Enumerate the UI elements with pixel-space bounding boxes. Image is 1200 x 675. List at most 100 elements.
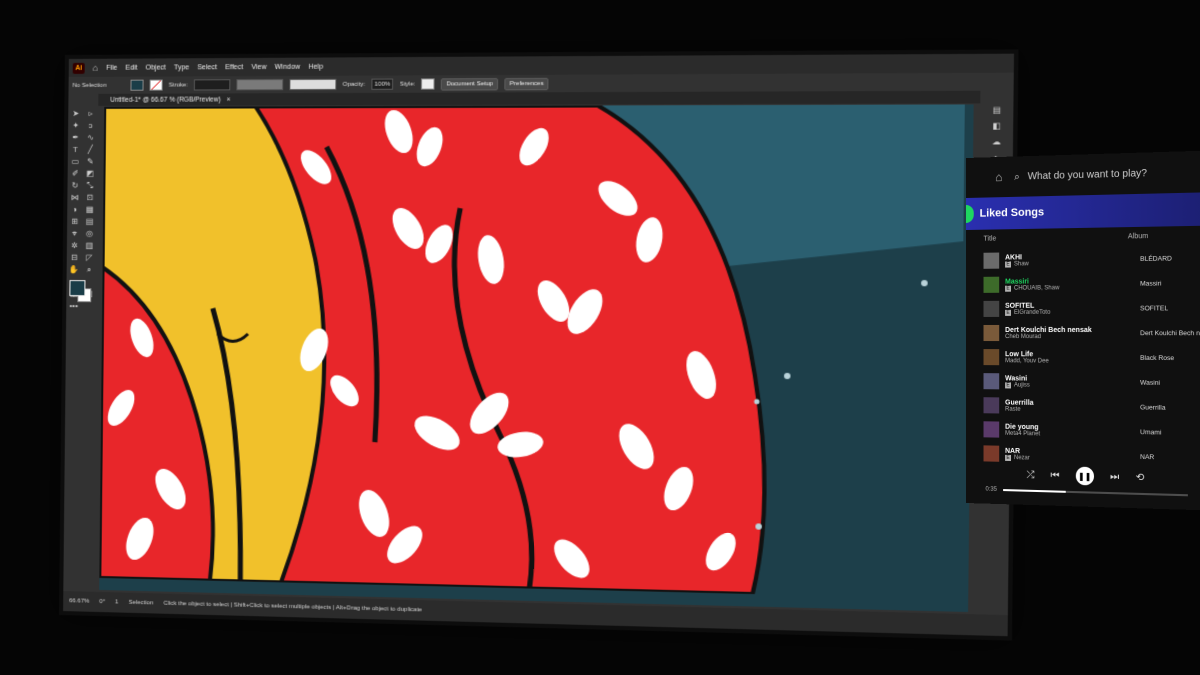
eyedropper-icon[interactable]: ⌖ (72, 228, 77, 240)
track-info: Massiri E CHOUAIB, Shaw (1005, 277, 1126, 292)
stroke-swatch[interactable] (149, 79, 163, 91)
menu-view[interactable]: View (251, 63, 266, 70)
symbol-sprayer-icon[interactable]: ✲ (71, 240, 78, 252)
free-transform-icon[interactable]: ⊡ (86, 192, 93, 204)
track-album[interactable]: Black Rose (1140, 354, 1174, 361)
menu-window[interactable]: Window (275, 63, 300, 70)
next-icon[interactable]: ⏭ (1110, 471, 1119, 483)
shaper-tool-icon[interactable]: ✐ (72, 168, 79, 180)
track-row[interactable]: Dert Koulchi Bech nensak Cheb Mourad Dert … (966, 321, 1200, 346)
layers-icon[interactable]: ◧ (992, 121, 1000, 131)
track-album[interactable]: Wasini (1140, 379, 1160, 386)
playback-progress[interactable]: 0:35 (985, 487, 1188, 499)
track-album[interactable]: BLÉDARD (1140, 255, 1172, 263)
shape-builder-icon[interactable]: ◑ (72, 204, 77, 216)
shuffle-icon[interactable]: ⤮ (1027, 469, 1035, 480)
stroke-weight-field[interactable] (193, 79, 231, 91)
track-album[interactable]: Umami (1140, 428, 1161, 436)
search-placeholder[interactable]: What do you want to play? (1028, 167, 1147, 181)
lasso-icon[interactable]: ↄ (89, 120, 93, 132)
fill-swatch[interactable] (130, 79, 144, 91)
preferences-button[interactable]: Preferences (504, 77, 549, 90)
track-artist[interactable]: Meta4 Planet (1005, 430, 1040, 437)
track-artist[interactable]: Madd, Youv Dee (1005, 358, 1049, 364)
gradient-tool-icon[interactable]: ▤ (86, 216, 94, 228)
zoom-tool-icon[interactable]: ⌕ (87, 264, 92, 276)
track-artist[interactable]: Raste (1005, 406, 1020, 412)
search-bar[interactable]: ⌕ What do you want to play? (1014, 167, 1147, 182)
slice-tool-icon[interactable]: ◸ (86, 252, 92, 264)
pen-tool-icon[interactable]: ✒ (72, 132, 79, 144)
monitor: Ai ⌂ File Edit Object Type Select Effect… (59, 49, 1019, 641)
previous-icon[interactable]: ⏮ (1051, 470, 1060, 481)
track-info: Guerrilla Raste (1005, 399, 1126, 414)
direct-selection-tool-icon[interactable]: ▹ (89, 108, 93, 120)
menu-object[interactable]: Object (145, 64, 165, 71)
paintbrush-icon[interactable]: ✎ (87, 156, 94, 168)
repeat-icon[interactable]: ⟲ (1136, 472, 1145, 484)
rotation-value[interactable]: 0° (99, 599, 105, 605)
home-icon[interactable]: ⌂ (995, 170, 1002, 184)
fill-stroke-widget[interactable] (69, 280, 93, 303)
properties-icon[interactable]: ▤ (993, 105, 1001, 115)
brush-field[interactable] (289, 78, 337, 91)
track-row[interactable]: SOFITEL E ElGrandeToto SOFITEL (966, 296, 1200, 321)
perspective-grid-icon[interactable]: ▦ (86, 204, 94, 216)
menu-select[interactable]: Select (197, 64, 217, 71)
track-title[interactable]: Dert Koulchi Bech nensak (1005, 326, 1126, 333)
home-icon[interactable]: ⌂ (93, 63, 99, 73)
track-row[interactable]: AKHI E Shaw BLÉDARD (966, 245, 1200, 273)
track-album[interactable]: Guerrilla (1140, 404, 1165, 412)
menu-help[interactable]: Help (308, 63, 323, 70)
fill-color-box[interactable] (69, 280, 86, 297)
track-artist[interactable]: ElGrandeToto (1014, 309, 1050, 315)
menu-file[interactable]: File (106, 64, 117, 71)
album-art (983, 349, 1000, 366)
column-title[interactable]: Title (984, 235, 997, 242)
document-setup-button[interactable]: Document Setup (441, 77, 499, 91)
artboard-tool-icon[interactable]: ⊟ (71, 252, 78, 264)
menu-type[interactable]: Type (174, 64, 189, 71)
document-tab[interactable]: Untitled-1* @ 66.67 % (RGB/Preview) (110, 96, 220, 103)
graph-tool-icon[interactable]: ▥ (85, 240, 94, 252)
rectangle-tool-icon[interactable]: ▭ (71, 156, 79, 168)
selection-tool-icon[interactable]: ➤ (72, 108, 79, 120)
menu-effect[interactable]: Effect (225, 64, 243, 71)
style-label: Style: (399, 80, 416, 88)
magic-wand-icon[interactable]: ✦ (72, 120, 79, 132)
type-tool-icon[interactable]: T (73, 144, 78, 156)
scale-tool-icon[interactable]: ⤡ (87, 180, 94, 192)
search-icon[interactable]: ⌕ (1014, 171, 1020, 182)
track-artist[interactable]: Shaw (1014, 261, 1029, 267)
track-row[interactable]: Wasini E Aujiss Wasini (966, 369, 1200, 396)
rotate-tool-icon[interactable]: ↻ (72, 180, 79, 192)
progress-bar[interactable] (1002, 489, 1188, 497)
width-tool-icon[interactable]: ⋈ (71, 192, 79, 204)
opacity-field[interactable]: 100% (371, 78, 394, 90)
track-artist[interactable]: Aujiss (1014, 382, 1030, 388)
track-artist[interactable]: Cheb Mourad (1005, 334, 1041, 340)
blend-tool-icon[interactable]: ◎ (86, 228, 93, 240)
artboard-canvas[interactable] (99, 104, 974, 612)
track-album[interactable]: Dert Koulchi Bech n (1140, 329, 1200, 336)
pause-button[interactable]: ❚❚ (1075, 466, 1094, 486)
close-tab-icon[interactable]: × (227, 96, 231, 103)
zoom-level[interactable]: 66.67% (69, 598, 89, 605)
libraries-icon[interactable]: ☁ (992, 137, 1001, 146)
track-row[interactable]: Low Life Madd, Youv Dee Black Rose (966, 345, 1200, 371)
track-album[interactable]: SOFITEL (1140, 305, 1168, 312)
variable-width-field[interactable] (236, 79, 284, 91)
artboard-number[interactable]: 1 (115, 599, 118, 605)
line-tool-icon[interactable]: ╱ (88, 144, 93, 156)
hand-tool-icon[interactable]: ✋ (69, 264, 79, 276)
track-row[interactable]: Massiri E CHOUAIB, Shaw Massiri (966, 271, 1200, 297)
track-album[interactable]: Massiri (1140, 280, 1161, 287)
track-artist[interactable]: CHOUAIB, Shaw (1014, 285, 1059, 291)
menu-edit[interactable]: Edit (125, 64, 137, 71)
mesh-tool-icon[interactable]: ⊞ (71, 216, 78, 228)
column-album[interactable]: Album (1128, 233, 1148, 241)
style-swatch[interactable] (421, 78, 435, 90)
eraser-icon[interactable]: ◩ (86, 168, 94, 180)
explicit-badge: E (1005, 309, 1011, 316)
curvature-tool-icon[interactable]: ∿ (87, 132, 94, 144)
